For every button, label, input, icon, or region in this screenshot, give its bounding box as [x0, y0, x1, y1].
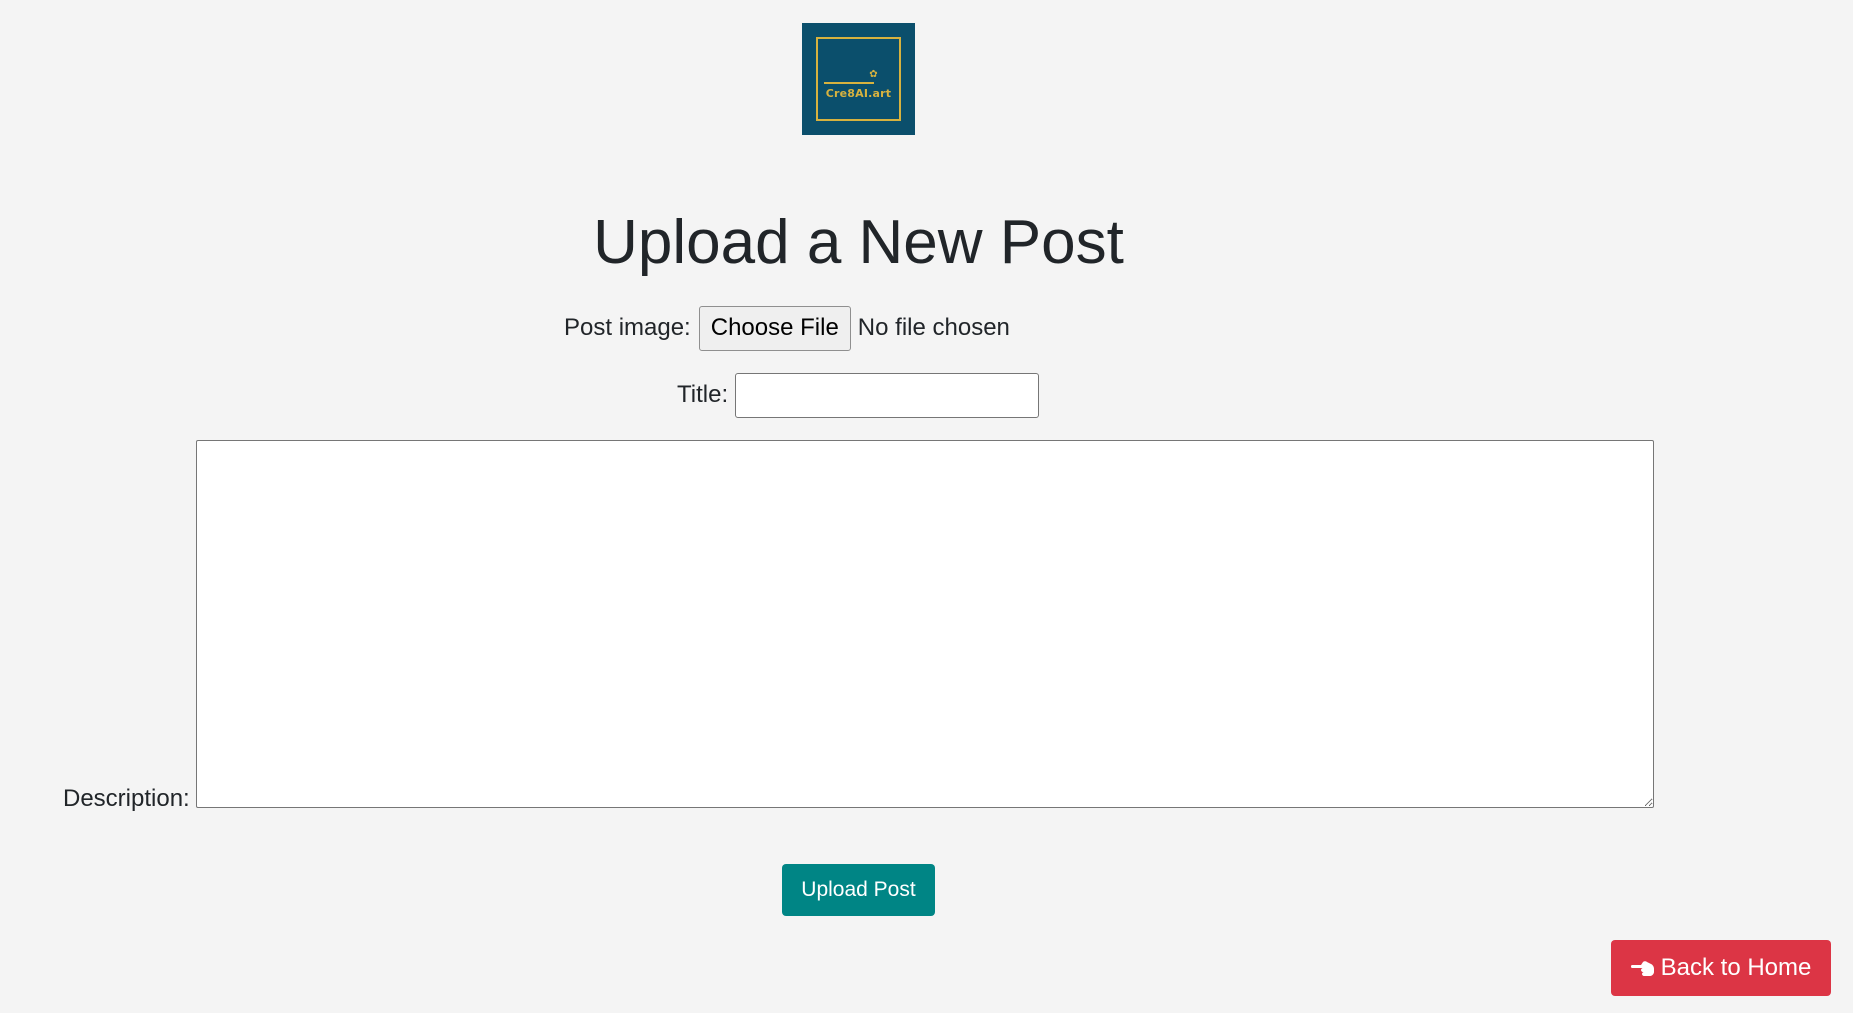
logo-frame [816, 37, 901, 121]
title-row: Title: [677, 372, 1040, 418]
logo-text: Cre8AI.art [825, 87, 892, 100]
post-image-row: Post image: Choose File No file chosen [564, 305, 1010, 351]
page-title: Upload a New Post [593, 208, 1124, 277]
post-image-label: Post image: [564, 314, 691, 341]
file-status-text: No file chosen [857, 314, 1010, 341]
title-label: Title: [677, 381, 729, 408]
upload-post-button[interactable]: Upload Post [782, 864, 935, 916]
title-input[interactable] [735, 372, 1040, 418]
description-label: Description: [63, 785, 190, 812]
logo-underline [824, 82, 874, 84]
back-to-home-button[interactable]: Back to Home [1611, 940, 1831, 996]
hand-pointing-left-icon [1630, 961, 1654, 976]
choose-file-button[interactable]: Choose File [698, 305, 851, 351]
palette-icon: ✿ [869, 69, 878, 80]
back-to-home-label: Back to Home [1660, 954, 1812, 981]
site-logo: ✿ Cre8AI.art [802, 23, 915, 135]
description-textarea[interactable] [196, 440, 1654, 808]
